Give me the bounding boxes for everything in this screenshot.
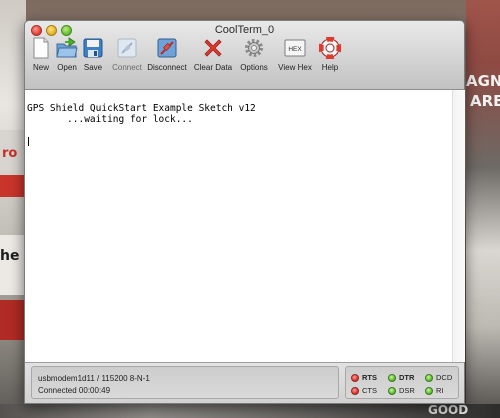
- new-document-icon: [33, 37, 49, 59]
- ri-indicator-led: [425, 387, 433, 395]
- coolterm-window: CoolTerm_0 New Open Save Connect Disconn…: [24, 20, 465, 404]
- signal-label: DCD: [436, 373, 453, 382]
- background-text: AGNE: [466, 72, 500, 90]
- terminal-output-area[interactable]: GPS Shield QuickStart Example Sketch v12…: [25, 90, 465, 363]
- toolbar-label: Help: [321, 63, 339, 72]
- serial-signals-panel: RTS DTR DCD CTS DSR RI: [345, 366, 459, 399]
- connect-plug-icon: [117, 38, 137, 58]
- open-folder-icon: [56, 37, 78, 58]
- background-text: GOOD: [428, 403, 469, 417]
- toolbar-label: Clear Data: [193, 63, 233, 72]
- connection-info-panel: usbmodem1d11 / 115200 8-N-1 Connected 00…: [31, 366, 339, 399]
- view-hex-button[interactable]: HEX View Hex: [275, 37, 315, 85]
- toolbar-label: Save: [83, 63, 103, 72]
- clear-x-icon: [204, 39, 222, 57]
- disconnect-button[interactable]: Disconnect: [145, 37, 189, 85]
- signal-label: DTR: [399, 373, 415, 382]
- lifebuoy-help-icon: [319, 37, 341, 59]
- gear-icon: [245, 39, 263, 57]
- options-button[interactable]: Options: [238, 37, 270, 85]
- terminal-line: GPS Shield QuickStart Example Sketch v12: [27, 103, 256, 114]
- background-photo-left: [0, 0, 26, 418]
- background-text: he: [0, 248, 20, 264]
- title-bar[interactable]: CoolTerm_0 New Open Save Connect Disconn…: [25, 21, 464, 90]
- disconnect-icon: [157, 38, 177, 58]
- background-photo-right: [466, 0, 500, 418]
- toolbar-label: New: [32, 63, 49, 72]
- hex-view-icon: HEX: [284, 39, 306, 57]
- open-button[interactable]: Open: [54, 37, 80, 85]
- signal-label: RTS: [362, 373, 377, 382]
- vertical-scrollbar[interactable]: [452, 90, 465, 362]
- toolbar-label: Open: [57, 63, 77, 72]
- dsr-indicator-led: [388, 387, 396, 395]
- signal-label: RI: [436, 386, 444, 395]
- dcd-indicator-led: [425, 374, 433, 382]
- toolbar-label: View Hex: [278, 63, 312, 72]
- save-floppy-icon: [83, 38, 103, 58]
- new-button[interactable]: New: [29, 37, 53, 85]
- background-text: ro: [2, 146, 18, 161]
- cts-indicator-led: [351, 387, 359, 395]
- toolbar-label: Options: [240, 63, 268, 72]
- toolbar-label: Disconnect: [147, 63, 187, 72]
- save-button[interactable]: Save: [80, 37, 106, 85]
- rts-indicator-led: [351, 374, 359, 382]
- background-text: ARE: [470, 92, 500, 110]
- hex-icon-text: HEX: [288, 46, 302, 53]
- connect-button[interactable]: Connect: [110, 37, 144, 85]
- connection-time-text: Connected 00:00:49: [38, 386, 111, 395]
- clear-data-button[interactable]: Clear Data: [192, 37, 234, 85]
- signal-label: CTS: [362, 386, 377, 395]
- help-button[interactable]: Help: [318, 37, 342, 85]
- window-title: CoolTerm_0: [214, 24, 275, 36]
- text-cursor: [28, 137, 29, 146]
- dtr-indicator-led: [388, 374, 396, 382]
- signal-label: DSR: [399, 386, 415, 395]
- port-settings-text: usbmodem1d11 / 115200 8-N-1: [38, 374, 150, 383]
- terminal-line: ...waiting for lock...: [27, 114, 193, 125]
- background-photo-bottom: [0, 404, 500, 418]
- status-bar: usbmodem1d11 / 115200 8-N-1 Connected 00…: [25, 363, 464, 403]
- toolbar-label: Connect: [112, 63, 142, 72]
